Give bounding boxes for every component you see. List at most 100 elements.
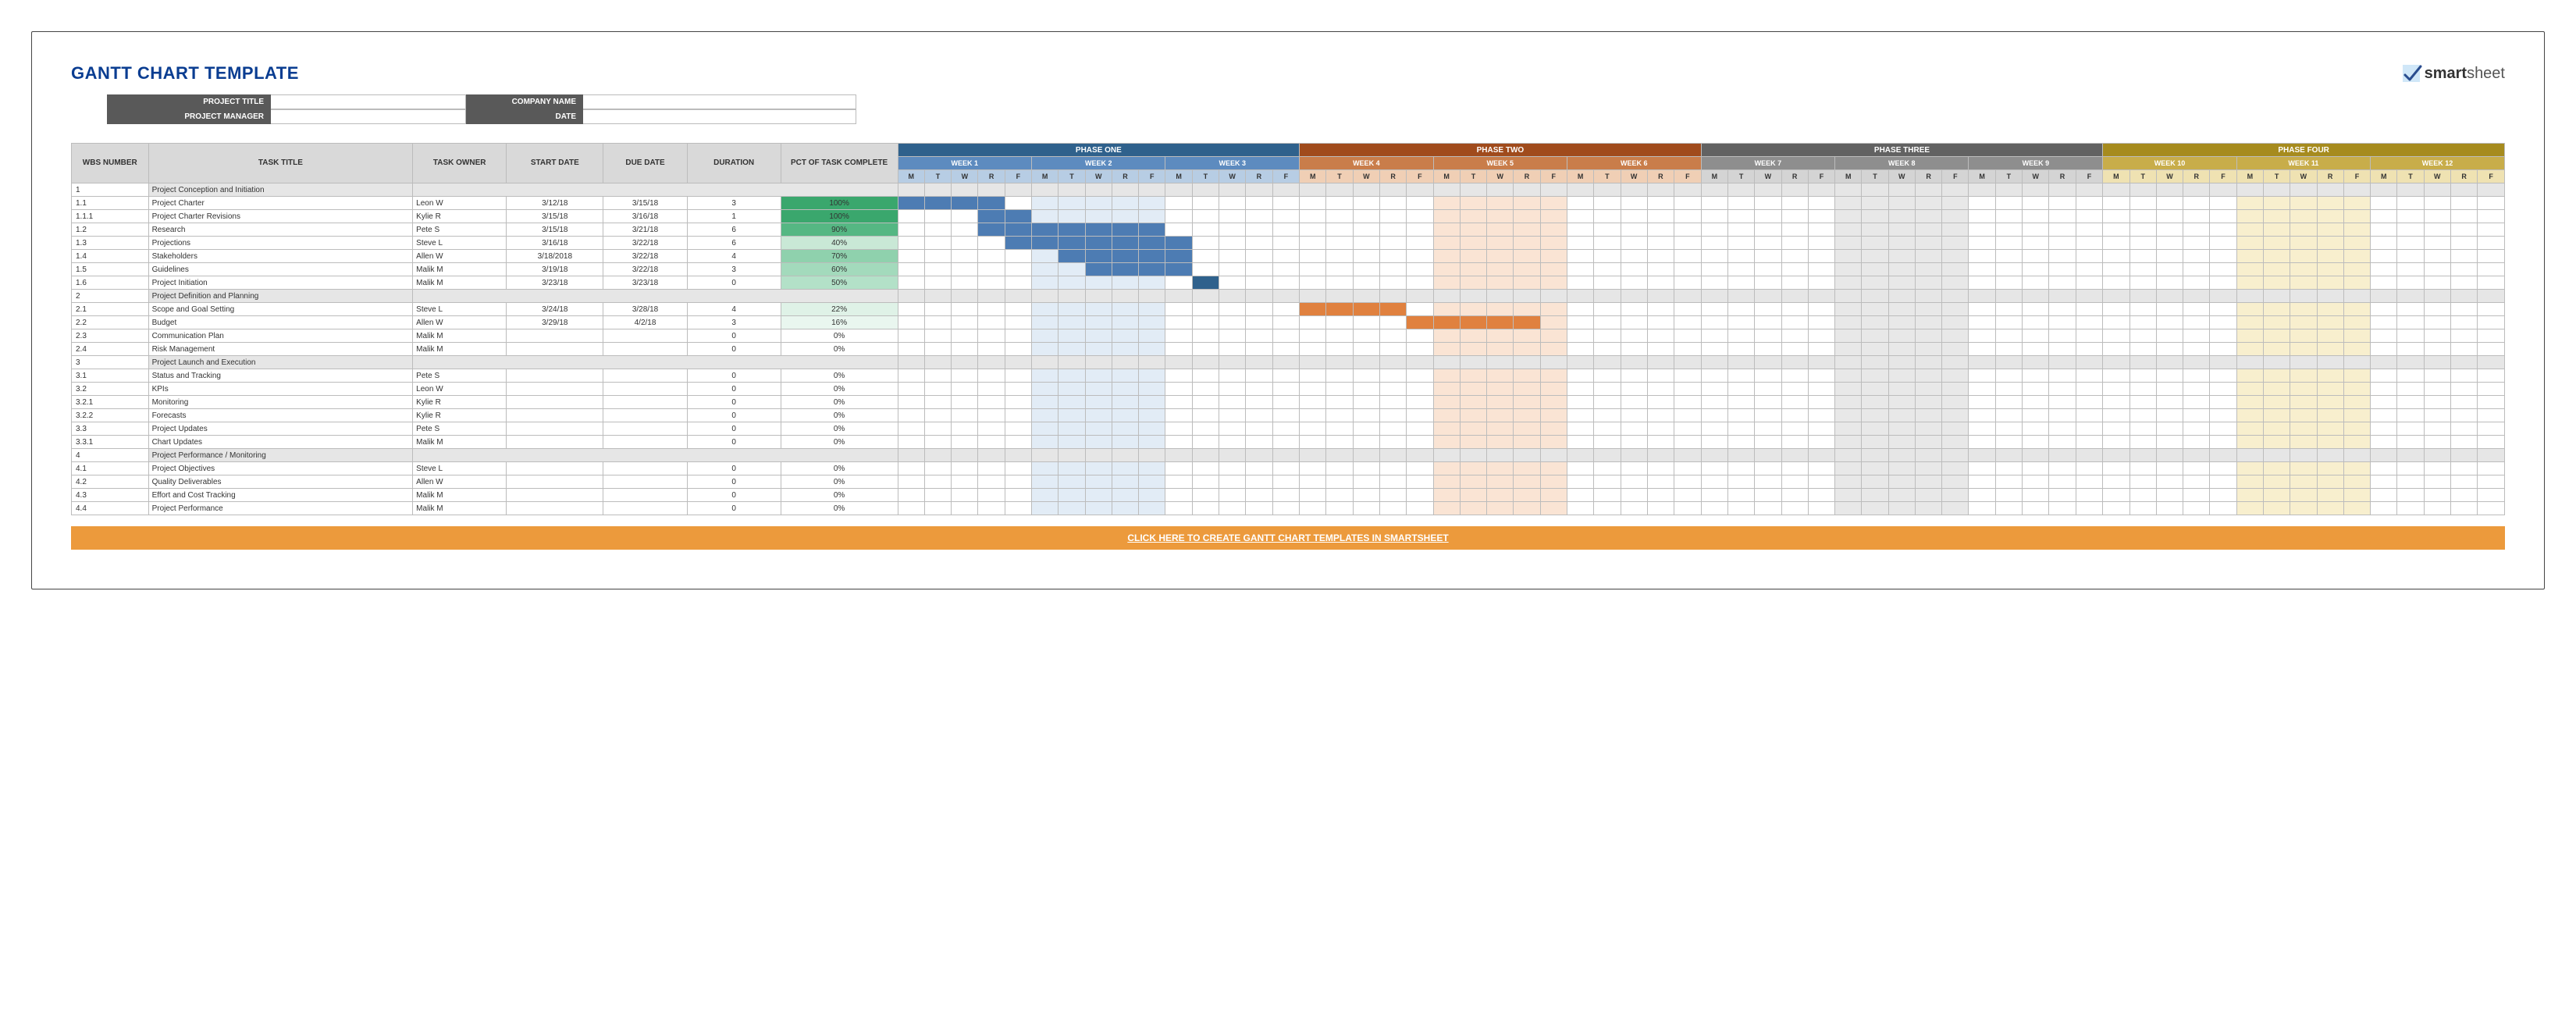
cell-task[interactable]: Project Updates bbox=[148, 422, 413, 436]
cell-task[interactable]: Project Objectives bbox=[148, 462, 413, 475]
cell-task[interactable]: Effort and Cost Tracking bbox=[148, 489, 413, 502]
cell-task[interactable]: Projections bbox=[148, 237, 413, 250]
cell-start[interactable]: 3/29/18 bbox=[507, 316, 603, 329]
cell-dur[interactable]: 4 bbox=[687, 250, 781, 263]
cell-pct[interactable]: 0% bbox=[781, 369, 898, 383]
cell-dur[interactable]: 0 bbox=[687, 409, 781, 422]
cell-start[interactable] bbox=[507, 436, 603, 449]
input-date[interactable] bbox=[583, 109, 856, 124]
cell-pct[interactable]: 0% bbox=[781, 502, 898, 515]
cell-task[interactable]: Stakeholders bbox=[148, 250, 413, 263]
cell-wbs[interactable]: 1.4 bbox=[72, 250, 149, 263]
cell-wbs[interactable]: 3.2.2 bbox=[72, 409, 149, 422]
cell-wbs[interactable]: 3 bbox=[72, 356, 149, 369]
cell-pct[interactable]: 0% bbox=[781, 475, 898, 489]
cell-dur[interactable]: 0 bbox=[687, 329, 781, 343]
cell-pct[interactable]: 50% bbox=[781, 276, 898, 290]
cell-owner[interactable]: Allen W bbox=[413, 475, 507, 489]
cell-due[interactable] bbox=[603, 383, 687, 396]
cell-due[interactable] bbox=[603, 489, 687, 502]
cell-due[interactable]: 3/22/18 bbox=[603, 237, 687, 250]
cell-dur[interactable]: 0 bbox=[687, 343, 781, 356]
cell-wbs[interactable]: 1.3 bbox=[72, 237, 149, 250]
cell-due[interactable] bbox=[603, 462, 687, 475]
cell-dur[interactable]: 0 bbox=[687, 276, 781, 290]
cell-owner[interactable]: Pete S bbox=[413, 369, 507, 383]
cell-owner[interactable]: Steve L bbox=[413, 237, 507, 250]
cell-due[interactable] bbox=[603, 409, 687, 422]
cell-pct[interactable]: 0% bbox=[781, 396, 898, 409]
input-company[interactable] bbox=[583, 94, 856, 109]
cell-owner[interactable]: Malik M bbox=[413, 329, 507, 343]
cell-task[interactable]: Project Performance bbox=[148, 502, 413, 515]
cell-dur[interactable]: 3 bbox=[687, 197, 781, 210]
cell-wbs[interactable]: 2 bbox=[72, 290, 149, 303]
cell-task[interactable]: Monitoring bbox=[148, 396, 413, 409]
cell-start[interactable] bbox=[507, 369, 603, 383]
cell-owner[interactable]: Allen W bbox=[413, 316, 507, 329]
cell-due[interactable]: 3/28/18 bbox=[603, 303, 687, 316]
cell-owner[interactable]: Malik M bbox=[413, 276, 507, 290]
cell-wbs[interactable]: 1.2 bbox=[72, 223, 149, 237]
cell-due[interactable]: 3/23/18 bbox=[603, 276, 687, 290]
cell-wbs[interactable]: 3.3 bbox=[72, 422, 149, 436]
cell-due[interactable]: 3/21/18 bbox=[603, 223, 687, 237]
cell-wbs[interactable]: 2.4 bbox=[72, 343, 149, 356]
cell-owner[interactable]: Kylie R bbox=[413, 396, 507, 409]
cell-wbs[interactable]: 1 bbox=[72, 183, 149, 197]
cell-start[interactable] bbox=[507, 396, 603, 409]
cell-owner[interactable]: Malik M bbox=[413, 502, 507, 515]
cell-start[interactable] bbox=[507, 502, 603, 515]
input-pm[interactable] bbox=[271, 109, 466, 124]
cell-due[interactable]: 4/2/18 bbox=[603, 316, 687, 329]
cell-owner[interactable]: Steve L bbox=[413, 462, 507, 475]
cell-pct[interactable]: 100% bbox=[781, 210, 898, 223]
cell-task[interactable]: Forecasts bbox=[148, 409, 413, 422]
cell-wbs[interactable]: 3.2 bbox=[72, 383, 149, 396]
cell-due[interactable] bbox=[603, 396, 687, 409]
cell-start[interactable] bbox=[507, 409, 603, 422]
cell-wbs[interactable]: 4.1 bbox=[72, 462, 149, 475]
cell-start[interactable]: 3/15/18 bbox=[507, 223, 603, 237]
cell-wbs[interactable]: 4 bbox=[72, 449, 149, 462]
cell-start[interactable] bbox=[507, 343, 603, 356]
cell-due[interactable] bbox=[603, 475, 687, 489]
cell-owner[interactable]: Pete S bbox=[413, 422, 507, 436]
cell-task[interactable]: Project Initiation bbox=[148, 276, 413, 290]
cell-dur[interactable]: 0 bbox=[687, 422, 781, 436]
cell-due[interactable]: 3/15/18 bbox=[603, 197, 687, 210]
cell-start[interactable]: 3/24/18 bbox=[507, 303, 603, 316]
cell-wbs[interactable]: 2.3 bbox=[72, 329, 149, 343]
cta-link[interactable]: CLICK HERE TO CREATE GANTT CHART TEMPLAT… bbox=[71, 526, 2505, 550]
cell-dur[interactable]: 4 bbox=[687, 303, 781, 316]
cell-wbs[interactable]: 1.6 bbox=[72, 276, 149, 290]
cell-wbs[interactable]: 1.5 bbox=[72, 263, 149, 276]
cell-start[interactable]: 3/19/18 bbox=[507, 263, 603, 276]
cell-wbs[interactable]: 4.4 bbox=[72, 502, 149, 515]
cell-task[interactable]: Chart Updates bbox=[148, 436, 413, 449]
cell-pct[interactable]: 60% bbox=[781, 263, 898, 276]
cell-wbs[interactable]: 3.3.1 bbox=[72, 436, 149, 449]
cell-dur[interactable]: 0 bbox=[687, 369, 781, 383]
cell-owner[interactable]: Steve L bbox=[413, 303, 507, 316]
cell-dur[interactable]: 0 bbox=[687, 396, 781, 409]
cell-due[interactable] bbox=[603, 369, 687, 383]
cell-start[interactable]: 3/18/2018 bbox=[507, 250, 603, 263]
cell-task[interactable]: Scope and Goal Setting bbox=[148, 303, 413, 316]
cell-wbs[interactable]: 2.1 bbox=[72, 303, 149, 316]
cell-pct[interactable]: 40% bbox=[781, 237, 898, 250]
cell-dur[interactable]: 0 bbox=[687, 502, 781, 515]
cell-task[interactable]: Status and Tracking bbox=[148, 369, 413, 383]
cell-task[interactable]: Budget bbox=[148, 316, 413, 329]
cell-task[interactable]: Project Conception and Initiation bbox=[148, 183, 413, 197]
cell-due[interactable]: 3/22/18 bbox=[603, 263, 687, 276]
cell-due[interactable] bbox=[603, 436, 687, 449]
input-project-title[interactable] bbox=[271, 94, 466, 109]
cell-pct[interactable]: 0% bbox=[781, 489, 898, 502]
cell-owner[interactable]: Kylie R bbox=[413, 210, 507, 223]
cell-dur[interactable]: 0 bbox=[687, 462, 781, 475]
cell-pct[interactable]: 0% bbox=[781, 329, 898, 343]
cell-dur[interactable]: 6 bbox=[687, 223, 781, 237]
cell-start[interactable]: 3/15/18 bbox=[507, 210, 603, 223]
cell-start[interactable]: 3/23/18 bbox=[507, 276, 603, 290]
